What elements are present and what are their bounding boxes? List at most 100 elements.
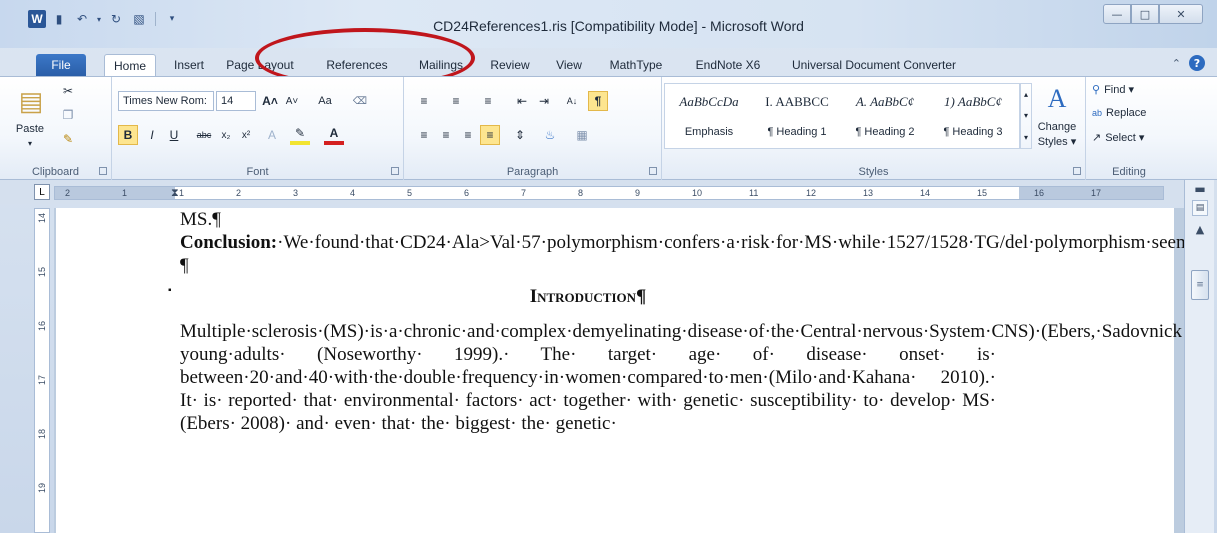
font-label: Font (246, 166, 269, 178)
ruler-tick-label: 5 (407, 188, 413, 198)
ruler-tick-label: 4 (350, 188, 356, 198)
multilevel-list-icon[interactable]: ≡ (478, 91, 498, 111)
indent-marker-icon[interactable]: ⧗ (171, 187, 179, 199)
replace-button[interactable]: ab Replace (1092, 107, 1146, 119)
align-center-icon[interactable]: ≡ (436, 125, 456, 145)
tab-selector-icon[interactable]: L (34, 184, 50, 200)
ruler-tick-label: 8 (578, 188, 584, 198)
clipboard-launcher-icon[interactable] (99, 167, 107, 175)
align-left-icon[interactable]: ≡ (414, 125, 434, 145)
text-effects-icon[interactable]: A (262, 125, 282, 145)
paste-button[interactable]: Paste (10, 123, 50, 135)
select-label: Select ▾ (1105, 132, 1145, 144)
justify-icon[interactable]: ≡ (480, 125, 500, 145)
styles-launcher-icon[interactable] (1073, 167, 1081, 175)
help-icon[interactable]: ? (1189, 55, 1205, 71)
shrink-font-icon[interactable]: A˅ (282, 91, 302, 111)
superscript-icon[interactable]: x² (236, 125, 256, 145)
paste-dropdown-icon[interactable]: ▾ (10, 139, 50, 148)
tab-review[interactable]: Review (484, 54, 536, 76)
bold-icon[interactable]: B (118, 125, 138, 145)
word-window: W ▮ ↶ ▾ ↻ ▧ ▾ CD24References1.ris [Compa… (0, 0, 1217, 533)
tab-file[interactable]: File (36, 54, 86, 76)
more-styles-icon[interactable]: ▾ (1024, 133, 1028, 142)
style-sample: I. AABBCC (765, 94, 829, 109)
align-right-icon[interactable]: ≡ (458, 125, 478, 145)
increase-indent-icon[interactable]: ⇥ (534, 91, 554, 111)
vertical-ruler[interactable]: 14 15 16 17 18 19 (34, 208, 50, 533)
close-button[interactable]: ✕ (1159, 4, 1203, 24)
style-name: ¶ Heading 2 (855, 126, 915, 138)
numbering-icon[interactable]: ≡ (446, 91, 466, 111)
document-content[interactable]: MS.¶ Conclusion:·We·found·that·CD24·Ala>… (168, 208, 1184, 435)
ruler-tick-label: 7 (521, 188, 527, 198)
change-case-button[interactable]: Aa (310, 91, 340, 111)
ruler-tick-label: 1 (122, 188, 128, 198)
select-button[interactable]: ↗ Select ▾ (1092, 131, 1144, 144)
ruler-tick-label: 15 (977, 188, 988, 198)
scroll-down-icon[interactable]: ▾ (1024, 111, 1028, 120)
vertical-scrollbar[interactable]: ▬ ▤ ▲ ≡ (1184, 180, 1214, 533)
change-styles-label-2[interactable]: Styles ▾ (1034, 135, 1080, 148)
styles-scroll[interactable]: ▴ ▾ ▾ (1020, 83, 1032, 149)
window-title: CD24References1.ris [Compatibility Mode]… (433, 18, 804, 34)
tab-insert[interactable]: Insert (163, 54, 215, 76)
format-painter-icon[interactable]: ✎ (58, 129, 78, 149)
font-launcher-icon[interactable] (391, 167, 399, 175)
style-heading-1[interactable]: I. AABBCC ¶ Heading 1 (753, 84, 841, 148)
para-ms: MS.¶ (180, 209, 221, 230)
underline-icon[interactable]: U (164, 125, 184, 145)
line-spacing-icon[interactable]: ⇕ (510, 125, 530, 145)
decrease-indent-icon[interactable]: ⇤ (512, 91, 532, 111)
style-name: Emphasis (684, 126, 734, 138)
clear-formatting-icon[interactable]: ⌫ (350, 91, 370, 111)
scroll-up-arrow-icon[interactable]: ▲ (1192, 222, 1208, 236)
tab-mathtype[interactable]: MathType (601, 54, 671, 76)
find-button[interactable]: ⚲ Find ▾ (1092, 83, 1134, 96)
style-heading-2[interactable]: A. AaBbC¢ ¶ Heading 2 (841, 84, 929, 148)
ruler-toggle-icon[interactable]: ▤ (1192, 200, 1208, 216)
scrollbar-thumb[interactable]: ≡ (1191, 270, 1209, 300)
tab-view[interactable]: View (549, 54, 589, 76)
change-styles-label-1[interactable]: Change (1034, 121, 1080, 133)
window-controls: — □ ✕ (1103, 4, 1203, 24)
change-styles-icon[interactable]: A (1034, 83, 1080, 115)
shading-icon[interactable]: ♨ (540, 125, 560, 145)
conclusion-text: ·We·found·that·CD24·Ala>Val·57·polymorph… (277, 232, 1184, 253)
maximize-button[interactable]: □ (1131, 4, 1159, 24)
minimize-button[interactable]: — (1103, 4, 1131, 24)
paragraph-group: ≡ ≡ ≡ ⇤ ⇥ A↓ ¶ ≡ ≡ ≡ ≡ ⇕ ♨ ▦ Paragraph (404, 77, 662, 180)
font-size-box[interactable]: 14 (216, 91, 256, 111)
paragraph-launcher-icon[interactable] (649, 167, 657, 175)
scroll-up-icon[interactable]: ▴ (1024, 90, 1028, 99)
highlight-color-icon[interactable]: ✎ (290, 125, 310, 145)
ribbon-minimize-icon[interactable]: ⌃ (1172, 57, 1181, 70)
copy-icon[interactable]: ❐ (58, 105, 78, 125)
ribbon-home: ▤ Paste ▾ ✂ ❐ ✎ Clipboard Times New Rom:… (0, 76, 1217, 180)
ruler-tick-label: 1 (179, 188, 185, 198)
italic-icon[interactable]: I (142, 125, 162, 145)
paste-icon[interactable]: ▤ (12, 83, 50, 119)
show-formatting-marks-icon[interactable]: ¶ (588, 91, 608, 111)
vruler-tick-label: 18 (37, 429, 47, 440)
tab-home[interactable]: Home (104, 54, 156, 76)
tab-endnote[interactable]: EndNote X6 (688, 54, 768, 76)
cut-icon[interactable]: ✂ (58, 81, 78, 101)
document-page[interactable]: MS.¶ Conclusion:·We·found·that·CD24·Ala>… (56, 208, 1184, 533)
subscript-icon[interactable]: x₂ (216, 125, 236, 145)
split-handle-icon[interactable]: ▬ (1192, 182, 1208, 196)
empty-paragraph: ¶ (180, 255, 189, 276)
font-name-box[interactable]: Times New Rom: (118, 91, 214, 111)
font-color-icon[interactable]: A (324, 125, 344, 145)
ruler-tick-label: 11 (749, 188, 759, 198)
borders-icon[interactable]: ▦ (572, 125, 592, 145)
style-heading-3[interactable]: 1) AaBbC¢ ¶ Heading 3 (929, 84, 1017, 148)
tab-universal-document-converter[interactable]: Universal Document Converter (781, 54, 967, 76)
sort-icon[interactable]: A↓ (562, 91, 582, 111)
select-icon: ↗ (1092, 132, 1102, 144)
strikethrough-icon[interactable]: abc (194, 125, 214, 145)
horizontal-ruler[interactable]: 2 1 1 2 3 4 5 6 7 8 9 10 11 12 13 14 15 16 17 ⧗ (54, 186, 1164, 200)
style-emphasis[interactable]: AaBbCcDa Emphasis (665, 84, 753, 148)
grow-font-icon[interactable]: A˄ (260, 91, 280, 111)
bullets-icon[interactable]: ≡ (414, 91, 434, 111)
